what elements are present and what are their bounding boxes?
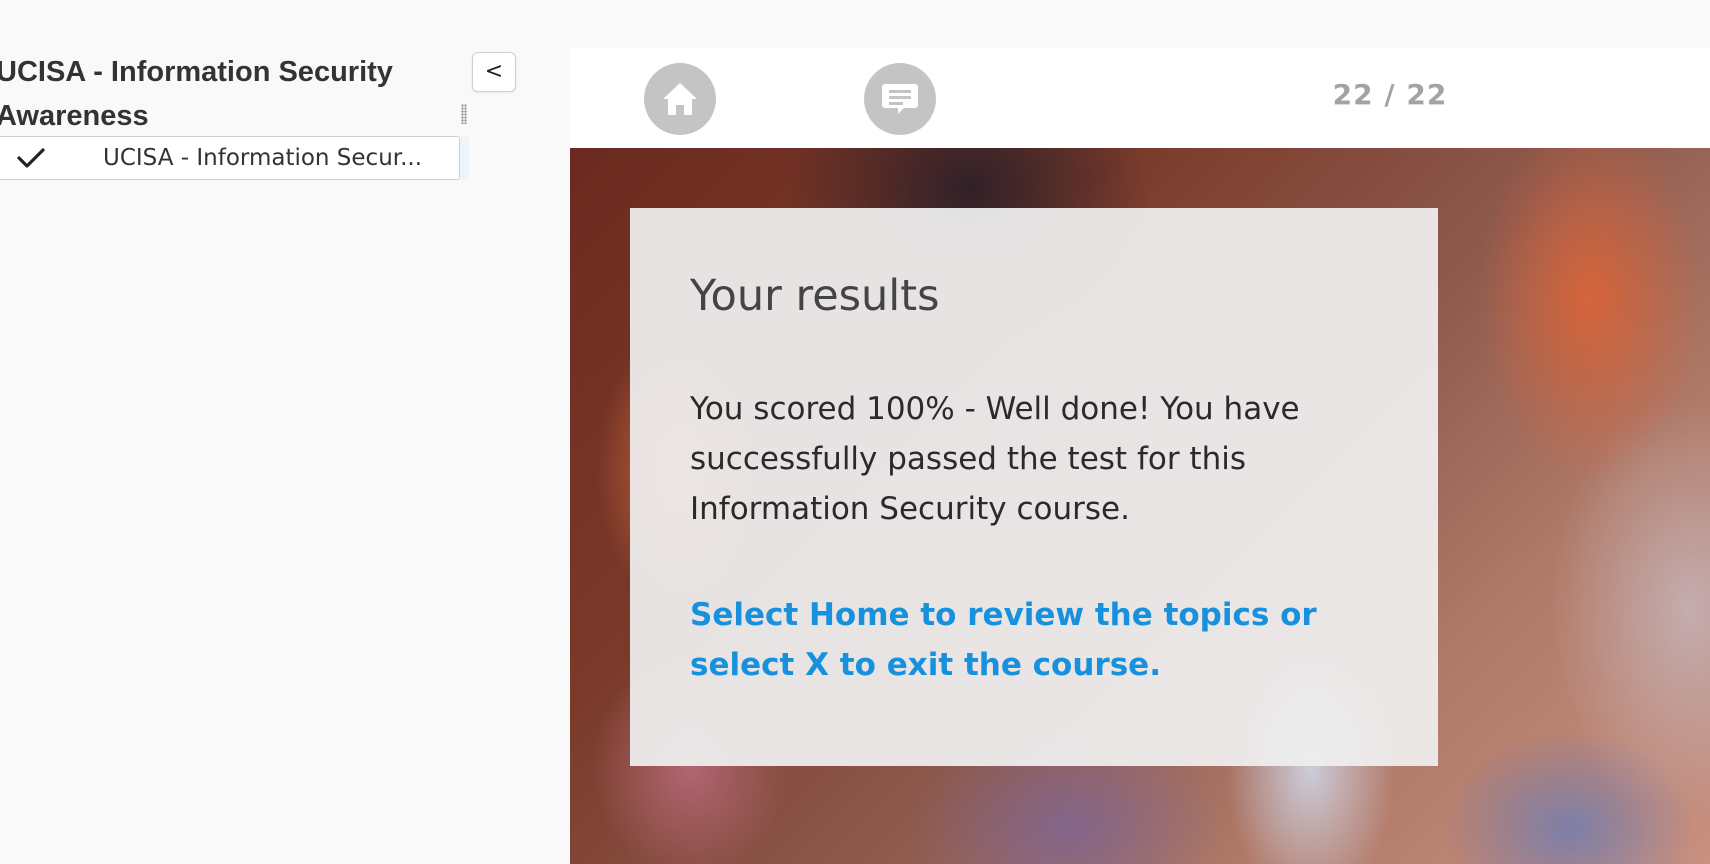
comment-button[interactable] [864, 63, 936, 135]
toc-item-course[interactable]: UCISA - Information Secur... [0, 136, 460, 180]
results-card: Your results You scored 100% - Well done… [630, 208, 1438, 766]
page-counter: 22 / 22 [1332, 78, 1448, 111]
score-message: You scored 100% - Well done! You have su… [690, 391, 1300, 527]
toc-item-selection-marker [460, 136, 469, 180]
home-icon [663, 83, 697, 115]
checkmark-icon [0, 136, 67, 180]
course-sidebar: UCISA - Information Security Awareness <… [0, 0, 570, 864]
slide-background: Your results You scored 100% - Well done… [570, 148, 1710, 864]
collapse-sidebar-button[interactable]: < [472, 52, 516, 92]
course-player: 22 / 22 Your results You scored 100% - W… [570, 48, 1710, 864]
results-heading: Your results [690, 271, 940, 321]
comment-icon [882, 84, 918, 114]
toc-item-label: UCISA - Information Secur... [103, 145, 423, 171]
player-toolbar: 22 / 22 [570, 48, 1710, 148]
navigation-instruction: Select Home to review the topics or sele… [690, 597, 1317, 683]
resize-grip-icon[interactable] [461, 104, 467, 124]
course-title: UCISA - Information Security Awareness [0, 56, 393, 132]
home-button[interactable] [644, 63, 716, 135]
